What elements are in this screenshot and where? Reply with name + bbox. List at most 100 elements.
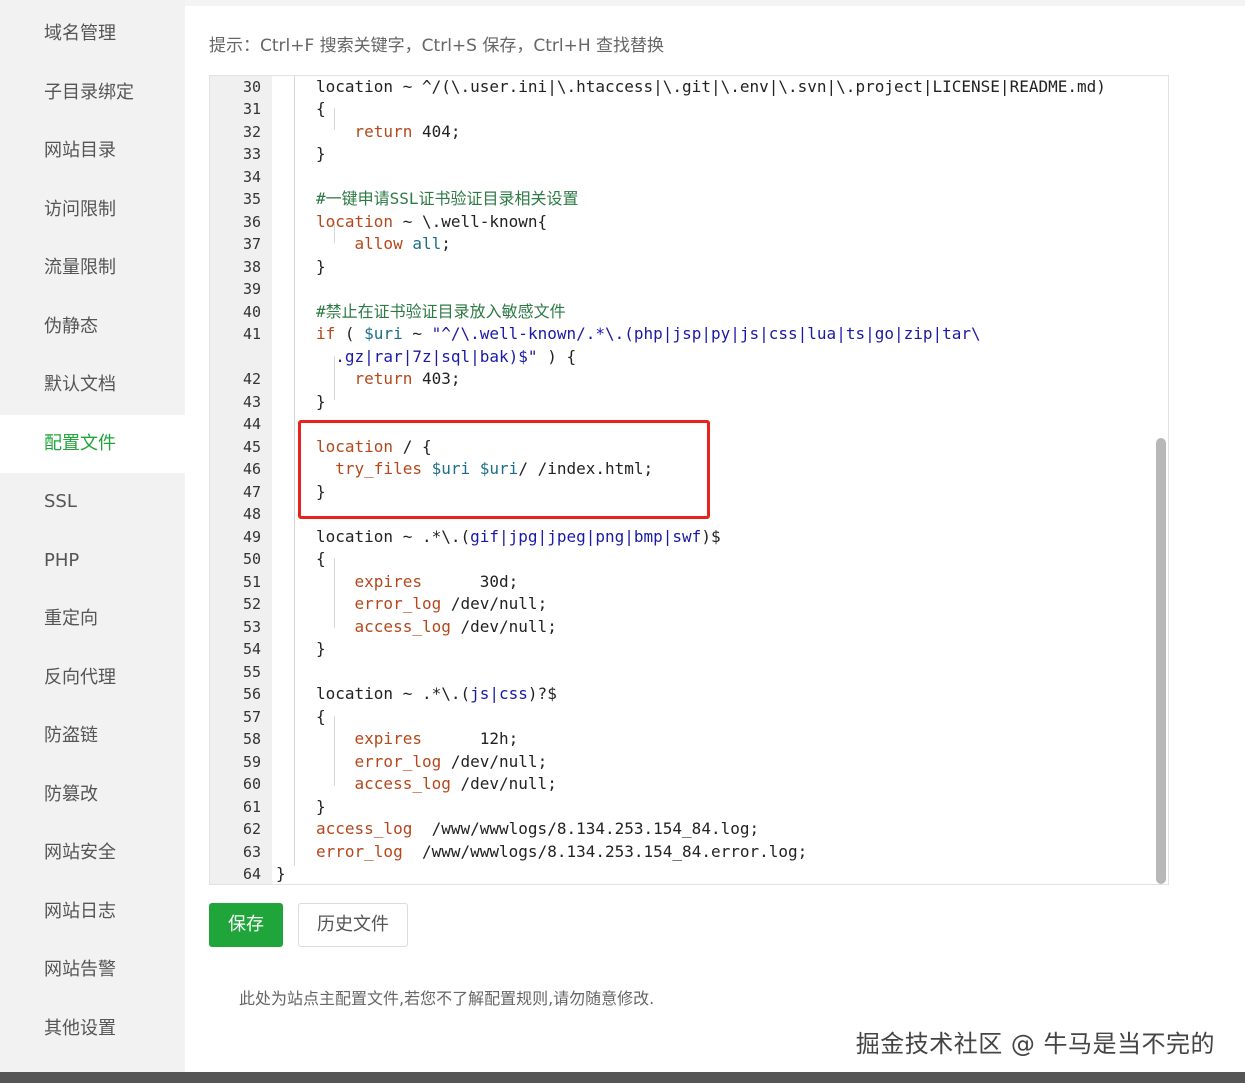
sidebar-item[interactable]: 默认文档 xyxy=(0,356,185,414)
code-token: } xyxy=(276,864,286,883)
sidebar-item[interactable]: 访问限制 xyxy=(0,181,185,239)
code-token: error_log xyxy=(354,594,442,613)
code-token: /dev/null; xyxy=(441,751,548,771)
line-number: 31 xyxy=(242,100,261,118)
line-code: } xyxy=(276,863,286,884)
sidebar-item[interactable]: 网站目录 xyxy=(0,122,185,180)
code-token: .gz|rar|7z|sql|bak)$" xyxy=(316,346,538,366)
code-line: 34 xyxy=(210,166,1168,189)
code-line: 55 xyxy=(210,661,1168,684)
code-token: { xyxy=(316,706,326,726)
sidebar-item[interactable]: 配置文件 xyxy=(0,415,185,473)
line-code: allow all; xyxy=(316,233,451,256)
code-token: return xyxy=(354,369,413,388)
line-code: } xyxy=(316,256,326,279)
code-line: 36 location ~ \.well-known{ xyxy=(210,211,1168,234)
code-line: 51 expires 30d; xyxy=(210,571,1168,594)
line-code: expires 30d; xyxy=(316,571,519,594)
line-number: 39 xyxy=(242,280,261,298)
line-code: access_log /dev/null; xyxy=(316,773,557,796)
sidebar-item[interactable]: SSL xyxy=(0,473,185,531)
code-token: )?$ xyxy=(527,684,557,703)
sidebar-item[interactable]: 防篡改 xyxy=(0,766,185,824)
code-line: 30 location ~ ^/(\.user.ini|\.htaccess|\.… xyxy=(210,76,1168,98)
code-line: 37 allow all; xyxy=(210,233,1168,256)
highlight-annotation-box xyxy=(298,420,710,519)
line-number: 58 xyxy=(242,730,261,748)
sidebar-item[interactable]: 网站日志 xyxy=(0,883,185,941)
code-token: #禁止在证书验证目录放入敏感文件 xyxy=(316,301,566,321)
code-token: access_log xyxy=(316,819,413,838)
line-code: error_log /dev/null; xyxy=(316,751,548,774)
code-token: #一键申请SSL证书验证目录相关设置 xyxy=(316,189,579,208)
code-line: 39 xyxy=(210,278,1168,301)
code-token: /dev/null; xyxy=(441,594,548,613)
code-token: ) { xyxy=(537,346,577,366)
code-token: ~ \.well-known{ xyxy=(393,211,548,231)
code-token: return xyxy=(354,121,413,141)
code-line: .gz|rar|7z|sql|bak)$" ) { xyxy=(210,346,1168,369)
line-code: location ~ .*\.(gif|jpg|jpeg|png|bmp|swf… xyxy=(316,526,721,549)
line-number: 34 xyxy=(242,167,261,186)
line-number: 42 xyxy=(242,370,261,388)
code-token: 30d; xyxy=(421,571,519,591)
code-token: )$ xyxy=(701,526,721,546)
line-number: 57 xyxy=(242,707,261,726)
line-number: 51 xyxy=(242,572,261,591)
line-code: expires 12h; xyxy=(316,728,519,751)
line-number: 47 xyxy=(242,482,261,501)
code-token: error_log xyxy=(354,751,442,771)
code-token: } xyxy=(316,144,326,163)
line-number: 38 xyxy=(242,257,261,276)
code-token: /dev/null; xyxy=(450,616,557,636)
top-border xyxy=(185,0,1245,6)
watermark-text: 掘金技术社区 @ 牛马是当不完的 xyxy=(855,1030,1215,1058)
line-number: 59 xyxy=(242,752,261,771)
sidebar-item[interactable]: 域名管理 xyxy=(0,5,185,63)
line-number: 41 xyxy=(242,325,261,343)
code-token: } xyxy=(316,796,326,816)
bottom-bar xyxy=(0,1072,1245,1083)
code-token: location ~ .*\.( xyxy=(316,684,471,703)
code-line: 31 { xyxy=(210,98,1168,121)
line-code: if ( $uri ~ "^/\.well-known/.*\.(php|jsp… xyxy=(316,323,981,346)
save-button[interactable]: 保存 xyxy=(209,903,283,947)
sidebar-item[interactable]: 子目录绑定 xyxy=(0,64,185,122)
sidebar-item[interactable]: 其他设置 xyxy=(0,1000,185,1058)
sidebar-item[interactable]: 流量限制 xyxy=(0,239,185,297)
sidebar-item[interactable]: 重定向 xyxy=(0,590,185,648)
sidebar: 域名管理 子目录绑定 网站目录 访问限制 流量限制 伪静态 默认文档 配置文件 SSL PHP 重定… xyxy=(0,0,185,1072)
code-token: "^/\.well-known/.*\.(php|jsp|py|js|css|l… xyxy=(431,324,981,343)
sidebar-item[interactable]: 网站告警 xyxy=(0,941,185,999)
line-number: 63 xyxy=(242,842,261,861)
sidebar-item[interactable]: 反向代理 xyxy=(0,649,185,707)
code-token: } xyxy=(316,639,326,658)
sidebar-item[interactable]: 网站安全 xyxy=(0,824,185,882)
line-code: { xyxy=(316,98,326,121)
line-number: 54 xyxy=(242,640,261,658)
code-token: js|css xyxy=(470,684,528,703)
sidebar-item[interactable]: 伪静态 xyxy=(0,298,185,356)
code-token: 12h; xyxy=(421,729,519,748)
code-token: expires xyxy=(354,571,422,591)
line-number: 32 xyxy=(242,122,261,141)
line-number: 44 xyxy=(242,415,261,433)
sidebar-item[interactable]: PHP xyxy=(0,532,185,590)
sidebar-item[interactable]: 防盗链 xyxy=(0,707,185,765)
line-code: } xyxy=(316,391,326,414)
line-code: access_log /dev/null; xyxy=(316,616,557,639)
line-code: { xyxy=(316,548,326,571)
history-files-button[interactable]: 历史文件 xyxy=(298,903,408,947)
code-line: 61} xyxy=(210,796,1168,819)
line-number: 64 xyxy=(242,865,261,883)
code-line: 54} xyxy=(210,638,1168,661)
code-line: 63 error_log /www/wwwlogs/8.134.253.154_8… xyxy=(210,841,1168,864)
editor-scrollbar-track[interactable] xyxy=(1154,76,1168,884)
editor-scrollbar-thumb[interactable] xyxy=(1156,438,1166,884)
line-number: 53 xyxy=(242,617,261,636)
